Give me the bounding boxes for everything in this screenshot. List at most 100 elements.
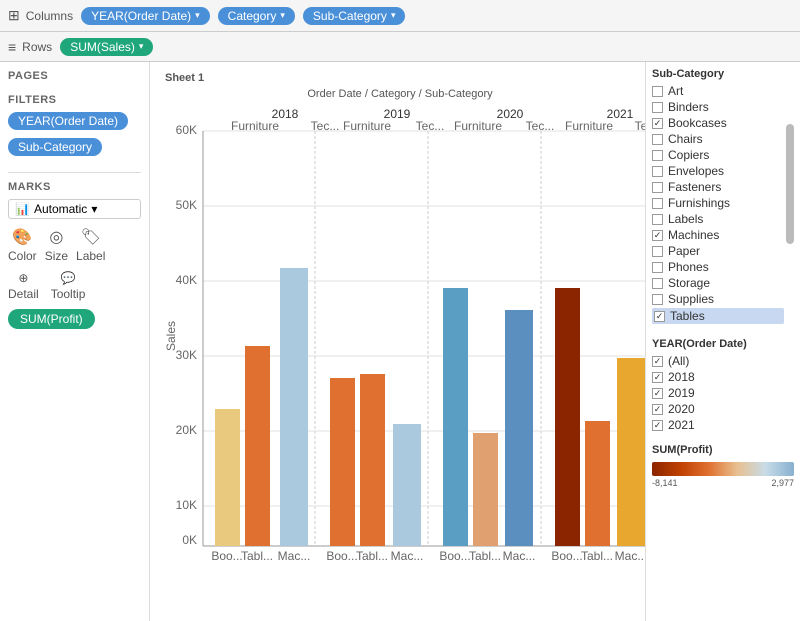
year-pill-arrow: ▾ (195, 10, 200, 21)
legend-item-chairs[interactable]: Chairs (652, 132, 784, 146)
legend-item-2021[interactable]: 2021 (652, 418, 794, 432)
legend-item-furnishings[interactable]: Furnishings (652, 196, 784, 210)
profit-legend-title: SUM(Profit) (652, 444, 794, 456)
checkbox-paper[interactable] (652, 246, 663, 257)
sum-sales-arrow: ▾ (139, 41, 144, 52)
label-2018: 2018 (668, 370, 695, 384)
label-furnishings: Furnishings (668, 196, 730, 210)
bar-2019-fur-boo[interactable] (330, 378, 355, 546)
label-storage: Storage (668, 276, 710, 290)
checkbox-art[interactable] (652, 86, 663, 97)
columns-toolbar: ⊞ Columns YEAR(Order Date) ▾ Category ▾ … (0, 0, 800, 32)
legend-item-labels[interactable]: Labels (652, 212, 784, 226)
legend-item-envelopes[interactable]: Envelopes (652, 164, 784, 178)
detail-mark[interactable]: ⊕ Detail (8, 271, 39, 301)
legend-item-2020[interactable]: 2020 (652, 402, 794, 416)
checkbox-labels[interactable] (652, 214, 663, 225)
left-sidebar: Pages Filters YEAR(Order Date) Sub-Categ… (0, 62, 150, 621)
label-mark[interactable]: 🏷 Label (76, 227, 105, 263)
label-art: Art (668, 84, 683, 98)
checkbox-supplies[interactable] (652, 294, 663, 305)
checkbox-copiers[interactable] (652, 150, 663, 161)
color-mark[interactable]: 🎨 Color (8, 227, 37, 263)
bar-2018-fur-tab[interactable] (245, 346, 270, 546)
checkbox-2021[interactable] (652, 420, 663, 431)
legend-item-fasteners[interactable]: Fasteners (652, 180, 784, 194)
legend-item-2019[interactable]: 2019 (652, 386, 794, 400)
svg-text:Mac...: Mac... (503, 549, 536, 563)
pages-section: Pages (8, 70, 141, 82)
label-copiers: Copiers (668, 148, 709, 162)
checkbox-storage[interactable] (652, 278, 663, 289)
svg-text:Boo...: Boo... (551, 549, 582, 563)
checkbox-bookcases[interactable] (652, 118, 663, 129)
rows-icon: ≡ (8, 39, 16, 55)
marks-dropdown-arrow: ▾ (91, 202, 97, 216)
legend-item-bookcases[interactable]: Bookcases (652, 116, 784, 130)
size-label: Size (45, 249, 68, 263)
bar-2018-fur-boo[interactable] (215, 409, 240, 546)
checkbox-chairs[interactable] (652, 134, 663, 145)
svg-text:20K: 20K (176, 423, 197, 437)
rows-label: Rows (22, 40, 52, 54)
svg-text:Tabl...: Tabl... (356, 549, 388, 563)
size-mark[interactable]: ◎ Size (45, 227, 68, 263)
year-legend-title: YEAR(Order Date) (652, 338, 794, 350)
tooltip-mark[interactable]: 💬 Tooltip (51, 271, 86, 301)
checkbox-all[interactable] (652, 356, 663, 367)
legend-item-paper[interactable]: Paper (652, 244, 784, 258)
tooltip-label: Tooltip (51, 287, 86, 301)
subcategory-pill-label: Sub-Category (313, 9, 387, 23)
checkbox-envelopes[interactable] (652, 166, 663, 177)
checkbox-2020[interactable] (652, 404, 663, 415)
label-supplies: Supplies (668, 292, 714, 306)
legend-item-tables[interactable]: Tables (652, 308, 784, 324)
legend-item-machines[interactable]: Machines (652, 228, 784, 242)
subcategory-scrollbar[interactable] (786, 124, 794, 244)
checkbox-tables[interactable] (654, 311, 665, 322)
bar-2021-fur-tab[interactable] (585, 421, 610, 546)
checkbox-machines[interactable] (652, 230, 663, 241)
bar-2020-fur-tab[interactable] (473, 433, 498, 546)
filter-year-pill[interactable]: YEAR(Order Date) (8, 112, 128, 130)
checkbox-2018[interactable] (652, 372, 663, 383)
bar-2021-fur-boo[interactable] (555, 288, 580, 546)
bar-2020-tec-mac[interactable] (505, 310, 533, 546)
legend-item-all[interactable]: (All) (652, 354, 794, 368)
legend-item-2018[interactable]: 2018 (652, 370, 794, 384)
bar-2020-fur-boo[interactable] (443, 288, 468, 546)
legend-item-storage[interactable]: Storage (652, 276, 784, 290)
rows-toolbar: ≡ Rows SUM(Sales) ▾ (0, 32, 800, 62)
svg-text:Mac...: Mac... (615, 549, 645, 563)
subcategory-list: Art Binders Bookcases (652, 84, 784, 326)
legend-item-phones[interactable]: Phones (652, 260, 784, 274)
sum-sales-pill[interactable]: SUM(Sales) ▾ (60, 38, 153, 56)
checkbox-furnishings[interactable] (652, 198, 663, 209)
legend-item-art[interactable]: Art (652, 84, 784, 98)
label-envelopes: Envelopes (668, 164, 724, 178)
filter-subcategory-pill[interactable]: Sub-Category (8, 138, 102, 156)
bar-2021-tec-mac[interactable] (617, 358, 645, 546)
marks-type-dropdown[interactable]: 📊 Automatic ▾ (8, 199, 141, 219)
sum-profit-button[interactable]: SUM(Profit) (8, 309, 95, 329)
svg-text:Tabl...: Tabl... (581, 549, 613, 563)
year-order-date-pill[interactable]: YEAR(Order Date) ▾ (81, 7, 210, 25)
legend-item-supplies[interactable]: Supplies (652, 292, 784, 306)
size-icon: ◎ (49, 227, 63, 247)
subcategory-pill[interactable]: Sub-Category ▾ (303, 7, 406, 25)
checkbox-fasteners[interactable] (652, 182, 663, 193)
bar-2019-fur-tab[interactable] (360, 374, 385, 546)
svg-text:Mac...: Mac... (278, 549, 311, 563)
columns-section: ⊞ Columns (8, 7, 73, 24)
checkbox-phones[interactable] (652, 262, 663, 273)
label-bookcases: Bookcases (668, 116, 727, 130)
bar-2019-tec-mac[interactable] (393, 424, 421, 546)
legend-item-copiers[interactable]: Copiers (652, 148, 784, 162)
label-labels: Labels (668, 212, 703, 226)
category-pill[interactable]: Category ▾ (218, 7, 295, 25)
checkbox-binders[interactable] (652, 102, 663, 113)
checkbox-2019[interactable] (652, 388, 663, 399)
bar-2018-tec-mac[interactable] (280, 268, 308, 546)
legend-item-binders[interactable]: Binders (652, 100, 784, 114)
svg-text:Tec...: Tec... (416, 119, 445, 133)
